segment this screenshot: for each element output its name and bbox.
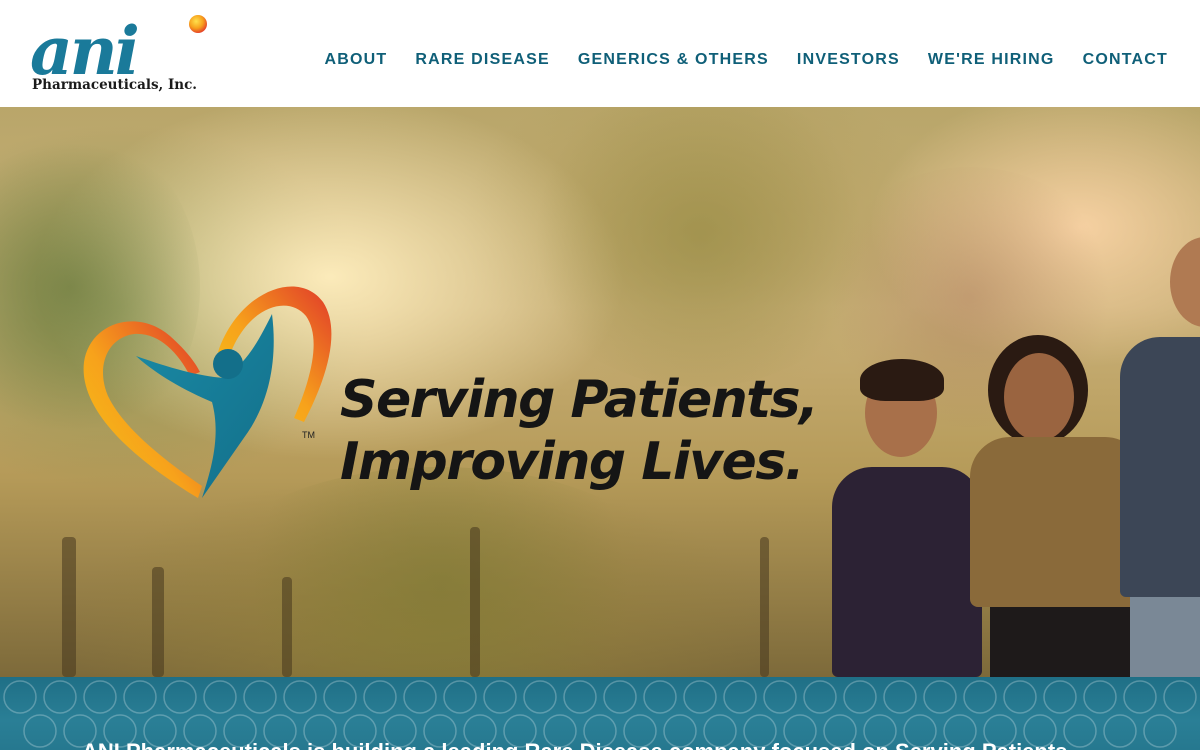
main-nav: ABOUT RARE DISEASE GENERICS & OTHERS INV… [297,48,1169,72]
nav-generics-others[interactable]: GENERICS & OTHERS [578,48,769,72]
tagline-line-2: Improving Lives. [340,432,805,492]
company-logo[interactable]: ani Pharmaceuticals, Inc. [28,14,218,94]
hero-banner: TM Serving Patients, Improving Lives. [0,107,1200,677]
foliage [520,107,880,387]
tree-trunk [62,537,76,677]
tagline-line-1: Serving Patients, [340,370,819,430]
hero-tagline: Serving Patients, Improving Lives. [340,369,860,493]
nav-contact[interactable]: CONTACT [1083,48,1168,72]
nav-rare-disease[interactable]: RARE DISEASE [415,48,549,72]
logo-dot-icon [189,15,207,33]
intro-band: ANI Pharmaceuticals is building a leadin… [0,677,1200,750]
hero-logo: TM [78,272,338,502]
ani-logo-icon: ani Pharmaceuticals, Inc. [30,14,207,93]
logo-company-name: Pharmaceuticals, Inc. [32,77,197,93]
nav-about[interactable]: ABOUT [325,48,388,72]
tree-trunk [282,577,292,677]
intro-text: ANI Pharmaceuticals is building a leadin… [82,739,1067,750]
nav-hiring[interactable]: WE'RE HIRING [928,48,1055,72]
tree-trunk [760,537,769,677]
tree-trunk [470,527,480,677]
person-right [1110,237,1200,677]
site-header: ani Pharmaceuticals, Inc. ABOUT RARE DIS… [0,0,1200,107]
tree-trunk [152,567,164,677]
trademark-mark: TM [302,430,315,440]
heart-person-icon: TM [83,286,332,498]
nav-investors[interactable]: INVESTORS [797,48,900,72]
